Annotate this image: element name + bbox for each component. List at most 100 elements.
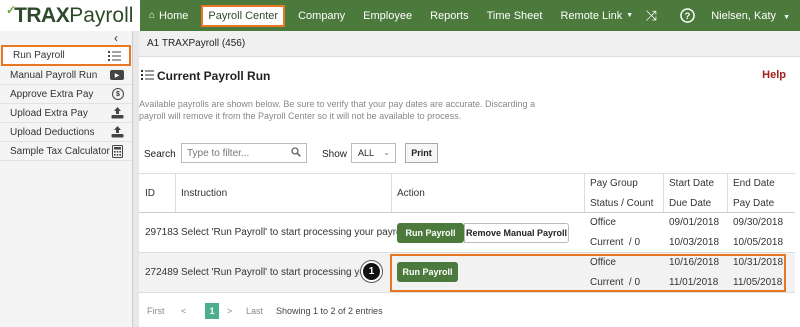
logo-payroll-text: Payroll [69, 3, 134, 27]
step-callout: 1 [361, 261, 382, 282]
row-start-date: 09/01/2018 [669, 217, 720, 228]
show-select-value: ALL [358, 148, 375, 158]
svg-text:?: ? [684, 11, 690, 21]
run-payroll-button[interactable]: Run Payroll [397, 223, 464, 243]
nav-company[interactable]: Company [289, 0, 354, 31]
nav-right: ⤨ ? Nielsen, Katy ▼ [633, 0, 800, 31]
video-icon: ▶ [110, 70, 124, 80]
sidebar-item-label: Upload Deductions [10, 126, 95, 138]
sidebar-item-label: Sample Tax Calculator [10, 145, 110, 157]
column-divider [584, 174, 585, 212]
row-status-count: Current / 0 [590, 237, 641, 248]
list-icon [107, 50, 121, 62]
search-icon [291, 147, 301, 160]
caret-down-icon: ▼ [783, 13, 790, 21]
pager-last[interactable]: Last [246, 306, 263, 316]
table-header: ID Instruction Action Pay Group Status /… [139, 173, 795, 213]
pager-prev[interactable]: < [181, 306, 186, 316]
nav-time-sheet[interactable]: Time Sheet [478, 0, 552, 31]
page-title: Current Payroll Run [157, 69, 271, 83]
sidebar-item-label: Upload Extra Pay [10, 107, 88, 119]
sidebar-item-run-payroll[interactable]: Run Payroll [1, 45, 131, 66]
chevron-down-icon: ⌄ [383, 148, 390, 157]
row-instruction: Select 'Run Payroll' to start processing… [181, 227, 409, 238]
row-instruction: Select 'Run Payroll' to start processing… [181, 267, 383, 278]
sidebar-item-approve-extra-pay[interactable]: Approve Extra Pay $ [0, 85, 132, 104]
payroll-table: ID Instruction Action Pay Group Status /… [139, 173, 795, 293]
search-label: Search [144, 149, 176, 160]
column-divider [663, 174, 664, 212]
shuffle-icon[interactable]: ⤨ [633, 0, 669, 31]
checkmark-icon: ✓ [6, 2, 17, 17]
header-pay-group[interactable]: Pay Group [590, 178, 638, 189]
search-input[interactable] [181, 143, 307, 163]
help-circle-icon[interactable]: ? [669, 0, 705, 31]
remove-manual-payroll-button[interactable]: Remove Manual Payroll [464, 223, 569, 243]
upload-icon [110, 107, 124, 119]
row-pay-group: Office [590, 257, 616, 268]
sidebar-item-sample-tax-calculator[interactable]: Sample Tax Calculator [0, 142, 132, 161]
caret-down-icon: ▼ [626, 12, 634, 19]
header-status-count[interactable]: Status / Count [590, 198, 653, 209]
top-navbar: ✓ TRAX Payroll ⌂ Home Payroll Center Com… [0, 0, 800, 31]
sidebar: ‹ Run Payroll Manual Payroll Run ▶ Appro… [0, 31, 133, 327]
user-menu[interactable]: Nielsen, Katy ▼ [705, 10, 800, 22]
nav-employee[interactable]: Employee [354, 0, 421, 31]
header-due-date[interactable]: Due Date [669, 198, 711, 209]
pager-page-1[interactable]: 1 [205, 303, 219, 319]
page-description: Available payrolls are shown below. Be s… [139, 99, 536, 121]
nav-company-label: Company [298, 9, 346, 22]
page-header: Current Payroll Run Help [139, 66, 800, 86]
main-nav: ⌂ Home Payroll Center Company Employee R… [140, 0, 642, 31]
sidebar-item-upload-extra-pay[interactable]: Upload Extra Pay [0, 104, 132, 123]
calculator-icon [110, 144, 124, 158]
row-id: 297183 [145, 227, 179, 238]
pagination: First < 1 > Last Showing 1 to 2 of 2 ent… [147, 303, 547, 319]
pager-summary: Showing 1 to 2 of 2 entries [276, 306, 383, 316]
sidebar-item-label: Run Payroll [13, 50, 65, 61]
nav-payroll-center[interactable]: Payroll Center [201, 4, 286, 27]
home-icon: ⌂ [149, 10, 156, 21]
row-pay-group: Office [590, 217, 616, 228]
nav-home[interactable]: ⌂ Home [140, 0, 197, 31]
header-action: Action [397, 188, 425, 199]
sidebar-item-upload-deductions[interactable]: Upload Deductions [0, 123, 132, 142]
show-label: Show [322, 149, 348, 160]
main-content: A1 TRAXPayroll (456) Current Payroll Run… [139, 31, 800, 327]
nav-home-label: Home [159, 9, 189, 22]
print-button[interactable]: Print [405, 143, 438, 163]
traxpayroll-logo[interactable]: ✓ TRAX Payroll [0, 0, 140, 31]
column-divider [175, 174, 176, 212]
row-status-count: Current / 0 [590, 277, 641, 288]
header-id[interactable]: ID [145, 188, 155, 199]
show-select[interactable]: ALL ⌄ [351, 143, 396, 163]
row-pay-date: 10/05/2018 [733, 237, 784, 248]
column-divider [727, 174, 728, 212]
filter-bar: Search Show ALL ⌄ Print [144, 143, 800, 167]
list-icon [141, 69, 154, 84]
dollar-icon: $ [112, 88, 124, 100]
pager-first[interactable]: First [147, 306, 165, 316]
row-id: 272489 [145, 267, 179, 278]
header-start-date[interactable]: Start Date [669, 178, 714, 189]
header-end-date[interactable]: End Date [733, 178, 775, 189]
pager-next[interactable]: > [227, 306, 232, 316]
nav-payroll-center-label: Payroll Center [208, 9, 279, 22]
row-end-date: 09/30/2018 [733, 217, 784, 228]
row-start-date: 10/16/2018 [669, 257, 720, 268]
logo-trax-text: TRAX [14, 3, 70, 27]
row-pay-date: 11/05/2018 [733, 277, 783, 288]
user-name: Nielsen, Katy [711, 9, 776, 22]
row-due-date: 10/03/2018 [669, 237, 720, 248]
nav-reports[interactable]: Reports [421, 0, 478, 31]
sidebar-item-manual-payroll-run[interactable]: Manual Payroll Run ▶ [0, 66, 132, 85]
run-payroll-button[interactable]: Run Payroll [397, 262, 458, 282]
header-instruction[interactable]: Instruction [181, 188, 227, 199]
sidebar-item-label: Approve Extra Pay [10, 88, 94, 100]
nav-remote-link[interactable]: Remote Link ▼ [551, 0, 642, 31]
help-link[interactable]: Help [762, 69, 786, 81]
nav-remote-link-label: Remote Link [560, 9, 623, 22]
header-pay-date[interactable]: Pay Date [733, 198, 774, 209]
sidebar-item-label: Manual Payroll Run [10, 69, 98, 81]
collapse-chevron-icon[interactable]: ‹ [0, 31, 132, 45]
